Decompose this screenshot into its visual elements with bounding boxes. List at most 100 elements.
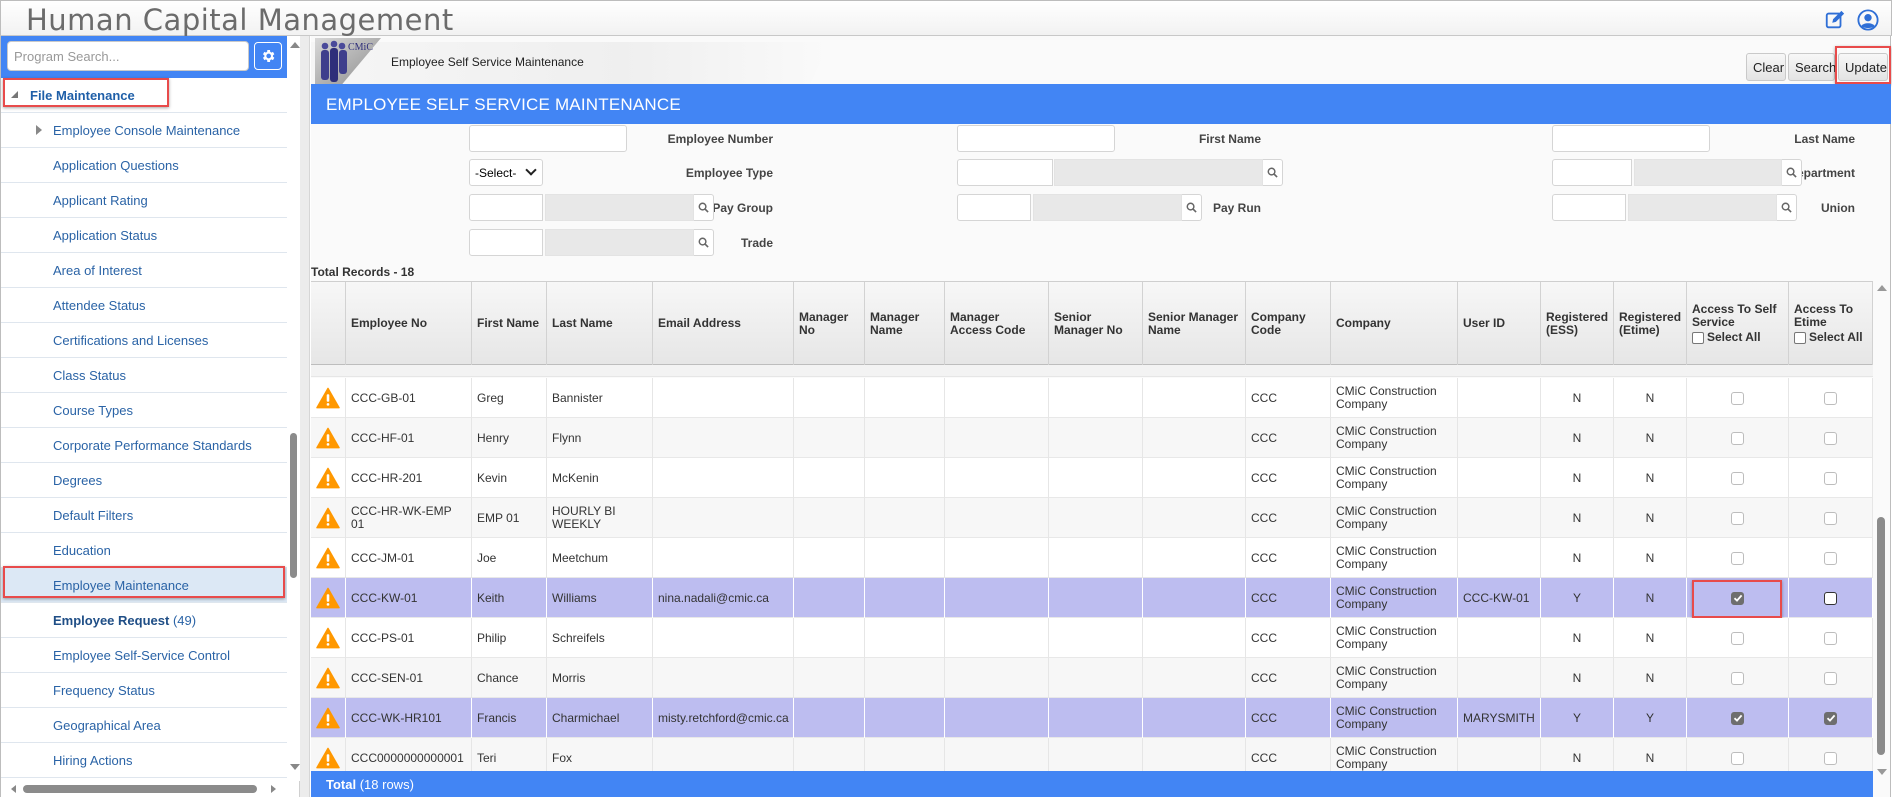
- access-self-service-checkbox[interactable]: [1731, 631, 1744, 645]
- column-header[interactable]: Manager Name: [865, 282, 945, 365]
- access-self-service-checkbox[interactable]: [1731, 671, 1744, 685]
- payroll-company-code-input[interactable]: [957, 159, 1053, 186]
- scroll-thumb[interactable]: [290, 433, 297, 578]
- column-header[interactable]: First Name: [472, 282, 547, 365]
- column-header[interactable]: Email Address: [653, 282, 794, 365]
- scroll-thumb[interactable]: [23, 785, 257, 793]
- pay-group-lookup-button[interactable]: [694, 194, 714, 221]
- access-etime-checkbox[interactable]: [1824, 471, 1837, 485]
- column-header[interactable]: Registered (Etime): [1614, 282, 1687, 365]
- payroll-department-lookup-button[interactable]: [1782, 159, 1802, 186]
- sidebar-item[interactable]: Applicant Rating: [1, 183, 287, 218]
- column-header[interactable]: Last Name: [547, 282, 653, 365]
- sidebar-item[interactable]: Application Questions: [1, 148, 287, 183]
- settings-button[interactable]: [254, 42, 282, 70]
- program-search-input[interactable]: [7, 41, 249, 71]
- access-etime-checkbox[interactable]: [1824, 711, 1837, 725]
- expand-triangle-icon[interactable]: [36, 125, 42, 135]
- sidebar-item[interactable]: Employee Maintenance: [1, 568, 287, 603]
- table-row[interactable]: CCC-PS-01 Philip Schreifels CCC CMiC Constru…: [311, 618, 1873, 658]
- column-header[interactable]: Manager No: [794, 282, 865, 365]
- sidebar-item[interactable]: Class Status: [1, 358, 287, 393]
- access-etime-checkbox[interactable]: [1824, 511, 1837, 525]
- tree-node-file-maintenance[interactable]: File Maintenance: [1, 78, 287, 113]
- pay-run-lookup-button[interactable]: [1182, 194, 1202, 221]
- access-etime-checkbox[interactable]: [1824, 751, 1837, 765]
- table-row[interactable]: CCC0000000000001 Teri Fox CCC CMiC Construct…: [311, 738, 1873, 771]
- table-row[interactable]: CCC-WK-HR101 Francis Charmichael misty.retc…: [311, 698, 1873, 738]
- employee-type-select[interactable]: -Select-: [469, 159, 543, 186]
- union-code-input[interactable]: [1552, 194, 1626, 221]
- column-header[interactable]: Registered (ESS): [1541, 282, 1614, 365]
- first-name-input[interactable]: [957, 125, 1115, 152]
- table-row[interactable]: CCC-HR-WK-EMP 01 EMP 01 HOURLY BI WEEKLY CC…: [311, 498, 1873, 538]
- access-self-service-checkbox[interactable]: [1731, 431, 1744, 445]
- access-etime-checkbox[interactable]: [1824, 591, 1837, 605]
- access-etime-checkbox[interactable]: [1824, 671, 1837, 685]
- scroll-down-arrow-icon[interactable]: [1877, 769, 1887, 775]
- sidebar-item[interactable]: Frequency Status: [1, 673, 287, 708]
- scroll-left-arrow-icon[interactable]: [11, 785, 16, 793]
- scroll-down-arrow-icon[interactable]: [290, 764, 300, 770]
- sidebar-vertical-scrollbar[interactable]: [287, 36, 301, 781]
- panel-splitter[interactable]: [300, 36, 310, 797]
- column-header[interactable]: Company Code: [1246, 282, 1331, 365]
- sidebar-item[interactable]: Employee Request (49): [1, 603, 287, 638]
- union-lookup-button[interactable]: [1777, 194, 1797, 221]
- sidebar-item[interactable]: Attendee Status: [1, 288, 287, 323]
- access-etime-checkbox[interactable]: [1824, 631, 1837, 645]
- grid-vertical-scrollbar[interactable]: [1873, 281, 1890, 797]
- sidebar-item[interactable]: Application Status: [1, 218, 287, 253]
- search-button[interactable]: Search: [1788, 53, 1836, 81]
- sidebar-item[interactable]: Default Filters: [1, 498, 287, 533]
- select-all-toggle[interactable]: Select All: [1692, 331, 1761, 344]
- sidebar-item[interactable]: Area of Interest: [1, 253, 287, 288]
- column-header[interactable]: Senior Manager No: [1049, 282, 1143, 365]
- sidebar-item[interactable]: Education: [1, 533, 287, 568]
- column-header[interactable]: User ID: [1458, 282, 1541, 365]
- clear-button[interactable]: Clear: [1746, 53, 1786, 81]
- table-row[interactable]: CCC-JM-01 Joe Meetchum CCC CMiC Construction…: [311, 538, 1873, 578]
- pay-group-code-input[interactable]: [469, 194, 543, 221]
- table-row[interactable]: CCC-GB-01 Greg Bannister CCC CMiC Constructi…: [311, 378, 1873, 418]
- update-button[interactable]: Update: [1838, 53, 1888, 81]
- sidebar-item[interactable]: Geographical Area: [1, 708, 287, 743]
- access-etime-checkbox[interactable]: [1824, 431, 1837, 445]
- column-header[interactable]: Manager Access Code: [945, 282, 1049, 365]
- edit-icon[interactable]: [1824, 9, 1846, 31]
- pay-run-code-input[interactable]: [957, 194, 1031, 221]
- sidebar-item[interactable]: Employee Self-Service Control: [1, 638, 287, 673]
- access-self-service-checkbox[interactable]: [1731, 391, 1744, 405]
- access-etime-checkbox[interactable]: [1824, 391, 1837, 405]
- sidebar-item[interactable]: Corporate Performance Standards: [1, 428, 287, 463]
- table-row[interactable]: CCC-HR-201 Kevin McKenin CCC CMiC Constructi…: [311, 458, 1873, 498]
- access-self-service-checkbox[interactable]: [1731, 511, 1744, 525]
- sidebar-item[interactable]: Certifications and Licenses: [1, 323, 287, 358]
- table-row[interactable]: CCC-HF-01 Henry Flynn CCC CMiC Construction …: [311, 418, 1873, 458]
- select-all-checkbox[interactable]: [1794, 331, 1806, 344]
- column-header[interactable]: Senior Manager Name: [1143, 282, 1246, 365]
- user-profile-icon[interactable]: [1857, 9, 1879, 31]
- sidebar-horizontal-scrollbar[interactable]: [1, 781, 287, 797]
- employee-number-input[interactable]: [469, 125, 627, 152]
- scroll-up-arrow-icon[interactable]: [1877, 285, 1887, 291]
- scroll-thumb[interactable]: [1877, 517, 1885, 755]
- scroll-right-arrow-icon[interactable]: [271, 785, 276, 793]
- sidebar-item[interactable]: Course Types: [1, 393, 287, 428]
- last-name-input[interactable]: [1552, 125, 1710, 152]
- payroll-company-lookup-button[interactable]: [1263, 159, 1283, 186]
- column-header[interactable]: [311, 282, 346, 365]
- access-self-service-checkbox[interactable]: [1731, 751, 1744, 765]
- sidebar-item[interactable]: Hiring Actions: [1, 743, 287, 778]
- access-self-service-checkbox[interactable]: [1731, 711, 1744, 725]
- column-header[interactable]: Employee No: [346, 282, 472, 365]
- access-self-service-checkbox[interactable]: [1731, 591, 1744, 605]
- access-etime-checkbox[interactable]: [1824, 551, 1837, 565]
- payroll-department-code-input[interactable]: [1552, 159, 1632, 186]
- column-header[interactable]: Access To Etime Select All: [1789, 282, 1873, 365]
- select-all-checkbox[interactable]: [1692, 331, 1704, 344]
- column-header[interactable]: Access To Self Service Select All: [1687, 282, 1789, 365]
- access-self-service-checkbox[interactable]: [1731, 471, 1744, 485]
- sidebar-item[interactable]: Degrees: [1, 463, 287, 498]
- sidebar-item[interactable]: Employee Console Maintenance: [1, 113, 287, 148]
